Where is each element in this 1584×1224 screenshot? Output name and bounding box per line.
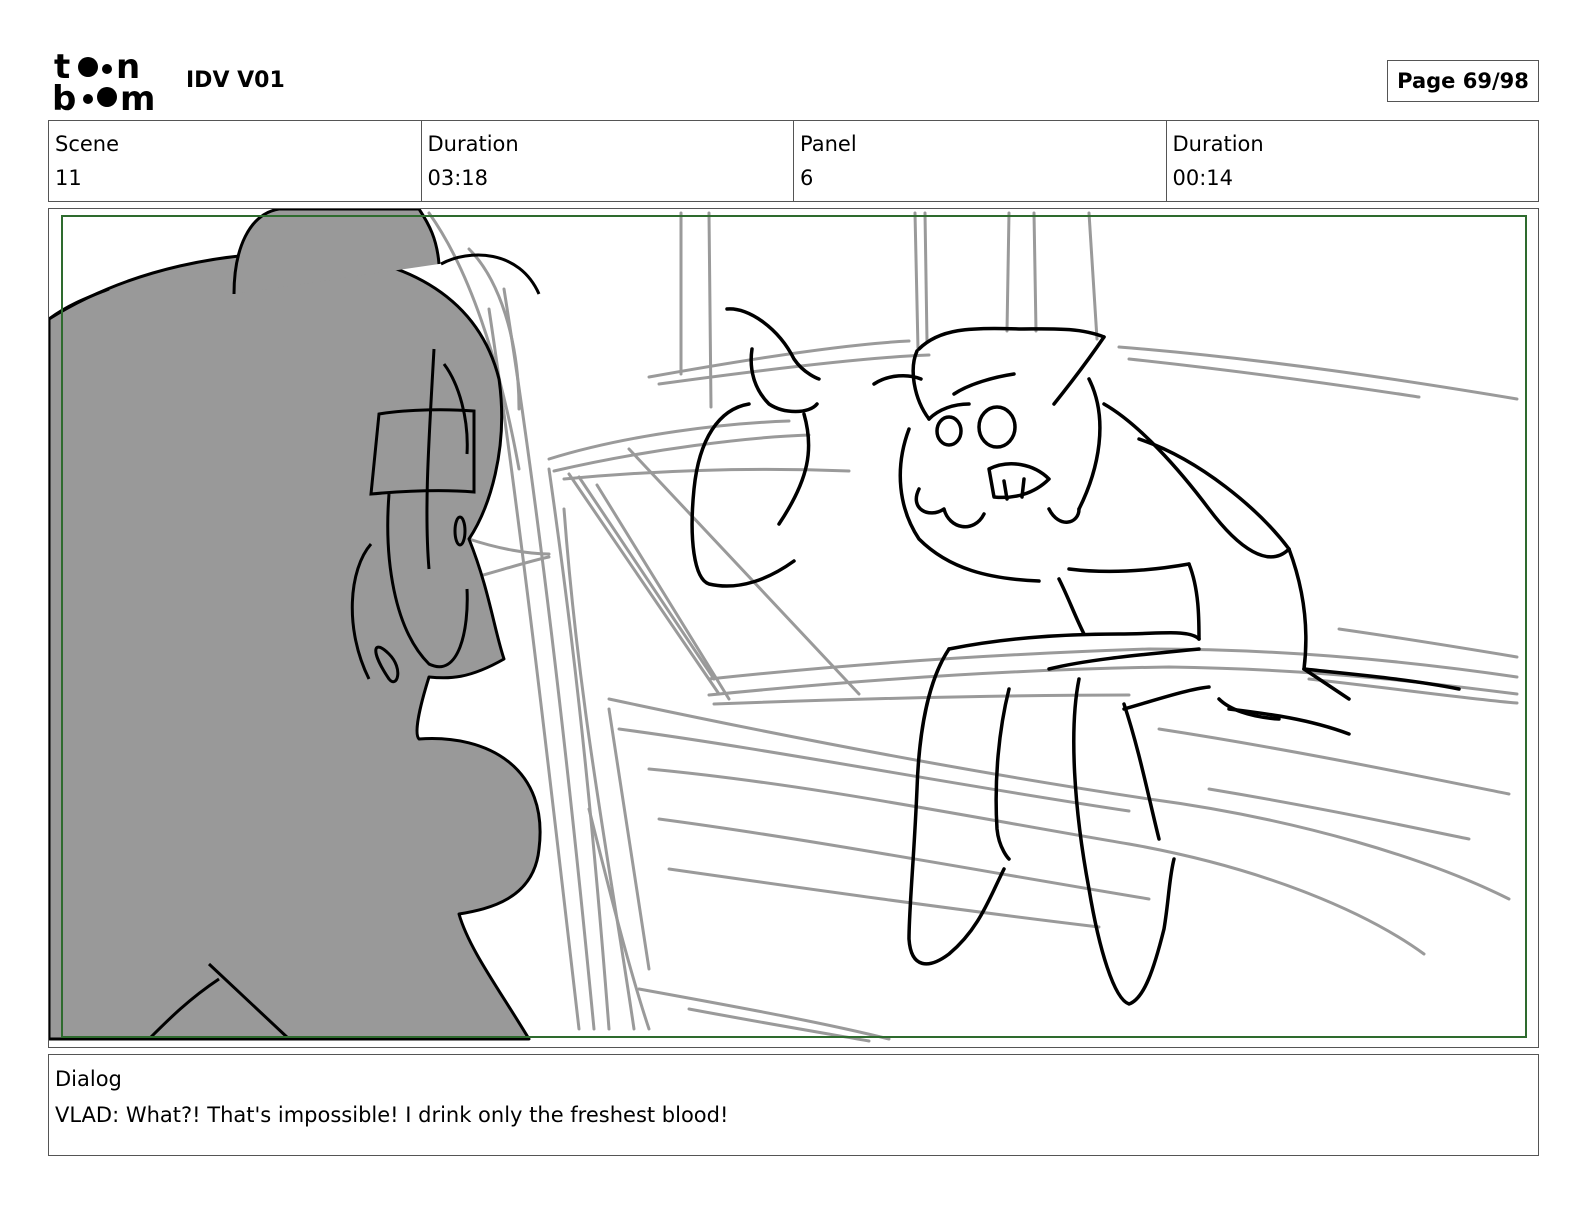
scene-info-table: Scene 11 Duration 03:18 Panel 6 Duration… (48, 120, 1539, 202)
page-number: Page 69/98 (1387, 60, 1539, 102)
dialog-text: VLAD: What?! That's impossible! I drink … (55, 1103, 729, 1127)
toon-boom-logo: t n b m (52, 48, 155, 114)
dialog-box: Dialog VLAD: What?! That's impossible! I… (48, 1054, 1539, 1156)
svg-text:b: b (52, 79, 76, 114)
safe-frame-border (61, 215, 1527, 1038)
panel-duration-label: Duration (1172, 132, 1264, 156)
scene-duration-value: 03:18 (427, 166, 489, 190)
svg-text:m: m (120, 79, 155, 114)
panel-duration-cell: Duration 00:14 (1167, 121, 1539, 201)
dialog-label: Dialog (55, 1067, 122, 1091)
scene-label: Scene (55, 132, 120, 156)
scene-duration-cell: Duration 03:18 (422, 121, 794, 201)
panel-duration-value: 00:14 (1172, 166, 1234, 190)
storyboard-panel (48, 208, 1539, 1048)
panel-label: Panel (800, 132, 857, 156)
panel-cell: Panel 6 (794, 121, 1167, 201)
document-title: IDV V01 (186, 68, 285, 93)
scene-cell: Scene 11 (49, 121, 422, 201)
scene-duration-label: Duration (427, 132, 519, 156)
scene-value: 11 (55, 166, 82, 190)
panel-value: 6 (800, 166, 814, 190)
